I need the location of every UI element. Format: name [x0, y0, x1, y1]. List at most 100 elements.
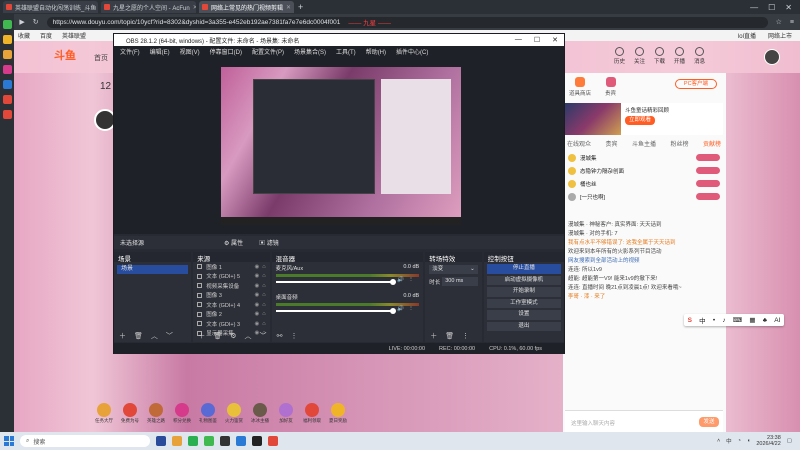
chat-input-box[interactable]: 这里输入聊天内容 发送: [565, 410, 723, 432]
add-icon[interactable]: ＋: [119, 331, 126, 341]
gift-item[interactable]: 任务大厅: [94, 403, 114, 433]
start-button[interactable]: [4, 436, 14, 446]
lock-icon[interactable]: ⌂: [262, 283, 265, 289]
obs-close-button[interactable]: ✕: [552, 36, 558, 44]
obs-maximize-button[interactable]: ☐: [534, 36, 540, 44]
notification-icon[interactable]: ▢: [787, 438, 792, 444]
taskbar-app-icon[interactable]: [156, 436, 166, 446]
volume-slider[interactable]: [275, 307, 397, 314]
message-button[interactable]: 消息: [694, 47, 705, 65]
menu-item[interactable]: 配置文件(P): [252, 47, 284, 56]
follow-button[interactable]: 关注: [634, 47, 645, 65]
eye-icon[interactable]: ◉: [254, 321, 259, 327]
url-field[interactable]: https://www.douyu.com/topic/10ycf?rid=83…: [46, 16, 768, 28]
taskbar-app-icon[interactable]: [172, 436, 182, 446]
ime-lang-toggle[interactable]: 中: [699, 315, 706, 325]
clock[interactable]: 23:38 2026/4/22: [756, 435, 780, 447]
browser-tab-2[interactable]: 九星之愿的个人空间 - AcFun ✕: [101, 1, 196, 13]
more-icon[interactable]: ⋮: [462, 332, 469, 340]
gift-item[interactable]: 礼物图鉴: [198, 403, 218, 433]
menu-item[interactable]: 编辑(E): [150, 47, 170, 56]
chat-banner[interactable]: 斗鱼童话精彩回顾 立即观看: [565, 103, 723, 135]
source-row[interactable]: 文本 (GDI+) 3 ◉ ⌂: [193, 319, 269, 329]
app-icon[interactable]: [2, 50, 12, 59]
gift-item[interactable]: 英雄之路: [146, 403, 166, 433]
chevron-down-icon[interactable]: ﹀: [259, 331, 266, 341]
banner-watch-button[interactable]: 立即观看: [625, 116, 656, 125]
speaker-icon[interactable]: 🔊: [397, 306, 404, 312]
chat-tab[interactable]: 斗鱼主播: [632, 139, 656, 148]
gear-icon[interactable]: ⚙: [230, 332, 236, 340]
chat-tab[interactable]: 贵宾: [605, 139, 617, 148]
douyu-logo[interactable]: 斗鱼: [54, 47, 98, 65]
source-row[interactable]: 图像 1 ◉ ⌂: [193, 262, 269, 272]
trash-icon[interactable]: 🗑: [445, 332, 454, 340]
obs-preview[interactable]: [114, 57, 564, 234]
chevron-up-icon[interactable]: ︿: [151, 331, 158, 341]
forward-icon[interactable]: ▶: [19, 18, 24, 26]
app-icon[interactable]: [2, 20, 12, 29]
gift-item[interactable]: 火力鉴赏: [224, 403, 244, 433]
menu-item[interactable]: 插件中心(C): [396, 47, 428, 56]
network-icon[interactable]: ◔: [738, 438, 741, 444]
start-recording-button[interactable]: 开始录制: [486, 287, 561, 297]
taskbar-app-icon[interactable]: [188, 436, 198, 446]
transition-select[interactable]: 淡变 ⌄: [429, 265, 478, 274]
history-button[interactable]: 历史: [614, 47, 625, 65]
studio-mode-button[interactable]: 工作室模式: [486, 298, 561, 308]
ime-skin-icon[interactable]: ♣: [763, 317, 767, 324]
obs-minimize-button[interactable]: —: [515, 36, 522, 44]
source-row[interactable]: 文本 (GDI+) 5 ◉ ⌂: [193, 272, 269, 282]
source-row[interactable]: 图像 3 ◉ ⌂: [193, 291, 269, 301]
list-item[interactable]: 桶也丝: [565, 177, 723, 190]
properties-button[interactable]: ⚙ 属性: [224, 238, 243, 247]
volume-icon[interactable]: ◖: [747, 438, 750, 444]
taskbar-app-icon[interactable]: [220, 436, 230, 446]
lock-icon[interactable]: ⌂: [262, 273, 265, 279]
refresh-icon[interactable]: ↻: [33, 18, 39, 26]
menu-item[interactable]: 帮助(H): [366, 47, 386, 56]
settings-button[interactable]: 设置: [486, 310, 561, 320]
app-icon[interactable]: [2, 65, 12, 74]
lock-icon[interactable]: ⌂: [262, 292, 265, 298]
virtual-camera-button[interactable]: 启动虚拟摄像机: [486, 275, 561, 285]
duration-field[interactable]: 300 ms: [442, 277, 478, 286]
close-icon[interactable]: ✕: [193, 4, 196, 11]
menu-item[interactable]: 视图(V): [180, 47, 200, 56]
taskbar-app-icon[interactable]: [268, 436, 278, 446]
avatar[interactable]: [764, 49, 780, 65]
volume-slider[interactable]: [275, 278, 397, 285]
home-link[interactable]: 首页: [94, 53, 108, 63]
source-row[interactable]: 文本 (GDI+) 4 ◉ ⌂: [193, 300, 269, 310]
source-row[interactable]: 视频采集设备 ◉ ⌂: [193, 281, 269, 291]
gift-item[interactable]: 福利领取: [302, 403, 322, 433]
list-item[interactable]: 态隐钟力隔杂创面: [565, 164, 723, 177]
menu-item[interactable]: 文件(F): [120, 47, 140, 56]
lock-icon[interactable]: ⌂: [262, 311, 265, 317]
close-window-button[interactable]: ✕: [785, 3, 792, 12]
ime-keyboard-icon[interactable]: ⌨: [733, 316, 742, 324]
list-item[interactable]: [一只也啊]: [565, 190, 723, 203]
shop-button[interactable]: 道具商店: [569, 77, 591, 97]
ime-ai-icon[interactable]: AI: [774, 317, 780, 324]
list-item[interactable]: 漫城集: [565, 151, 723, 164]
eye-icon[interactable]: ◉: [254, 302, 259, 308]
ime-logo-icon[interactable]: S: [688, 317, 692, 324]
eye-icon[interactable]: ◉: [254, 311, 259, 317]
ime-punct-icon[interactable]: •: [713, 317, 715, 324]
bookmark-item[interactable]: 英雄联盟: [62, 31, 86, 40]
app-icon[interactable]: [2, 35, 12, 44]
bookmark-item[interactable]: 收藏: [18, 31, 30, 40]
maximize-button[interactable]: ☐: [768, 3, 775, 12]
vip-button[interactable]: 贵宾: [605, 77, 616, 97]
gift-item[interactable]: 冰冰主播: [250, 403, 270, 433]
pc-client-button[interactable]: PC客户端: [675, 79, 717, 89]
filters-button[interactable]: ▣ 滤镜: [259, 238, 279, 247]
chat-tab[interactable]: 在线观众: [567, 139, 591, 148]
eye-icon[interactable]: ◉: [254, 283, 259, 289]
menu-item[interactable]: 场景集合(S): [294, 47, 326, 56]
new-tab-button[interactable]: +: [298, 2, 303, 12]
bookmark-item[interactable]: lol直播: [738, 31, 756, 40]
star-icon[interactable]: ☆: [776, 18, 782, 26]
taskbar-search[interactable]: ⌕ 搜索: [20, 435, 150, 447]
